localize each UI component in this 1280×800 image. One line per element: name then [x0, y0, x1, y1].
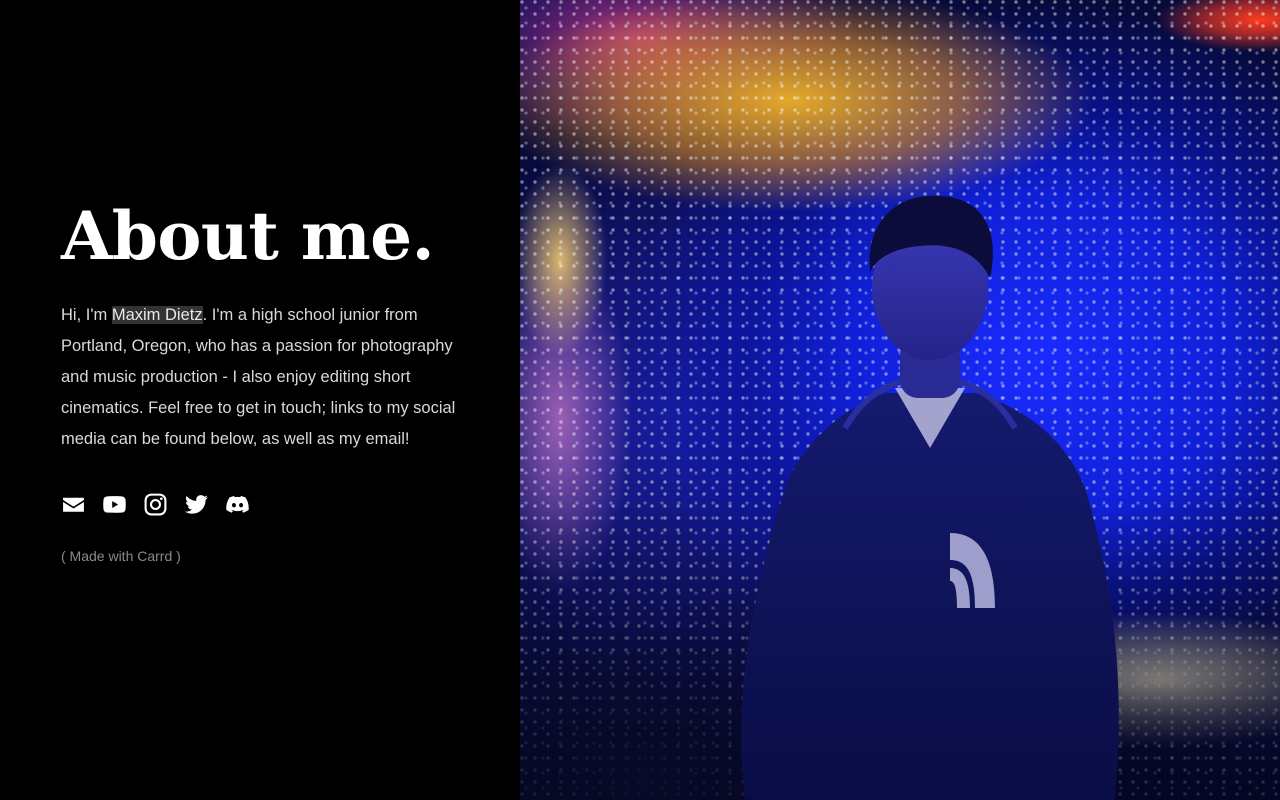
instagram-icon — [144, 493, 167, 515]
about-content: About me. Hi, I'm Maxim Dietz. I'm a hig… — [61, 196, 461, 564]
discord-icon — [226, 495, 249, 513]
bio-intro: Hi, I'm — [61, 306, 112, 324]
youtube-icon — [103, 495, 126, 513]
twitter-icon — [185, 494, 208, 514]
made-with-carrd-link[interactable]: ( Made with Carrd ) — [61, 548, 461, 564]
about-panel: About me. Hi, I'm Maxim Dietz. I'm a hig… — [0, 0, 520, 800]
discord-link[interactable] — [225, 492, 250, 517]
photo-person-silhouette — [741, 195, 1119, 800]
page-title: About me. — [61, 197, 435, 275]
portrait-photo — [520, 0, 1280, 800]
envelope-icon — [63, 497, 84, 512]
twitter-link[interactable] — [184, 492, 209, 517]
youtube-link[interactable] — [102, 492, 127, 517]
email-link[interactable] — [61, 492, 86, 517]
bio-paragraph: Hi, I'm Maxim Dietz. I'm a high school j… — [61, 300, 457, 455]
social-links — [61, 491, 461, 517]
bio-name-highlight: Maxim Dietz — [111, 306, 203, 324]
bio-body: . I'm a high school junior from Portland… — [61, 306, 456, 448]
page: About me. Hi, I'm Maxim Dietz. I'm a hig… — [0, 0, 1280, 800]
instagram-link[interactable] — [143, 492, 168, 517]
